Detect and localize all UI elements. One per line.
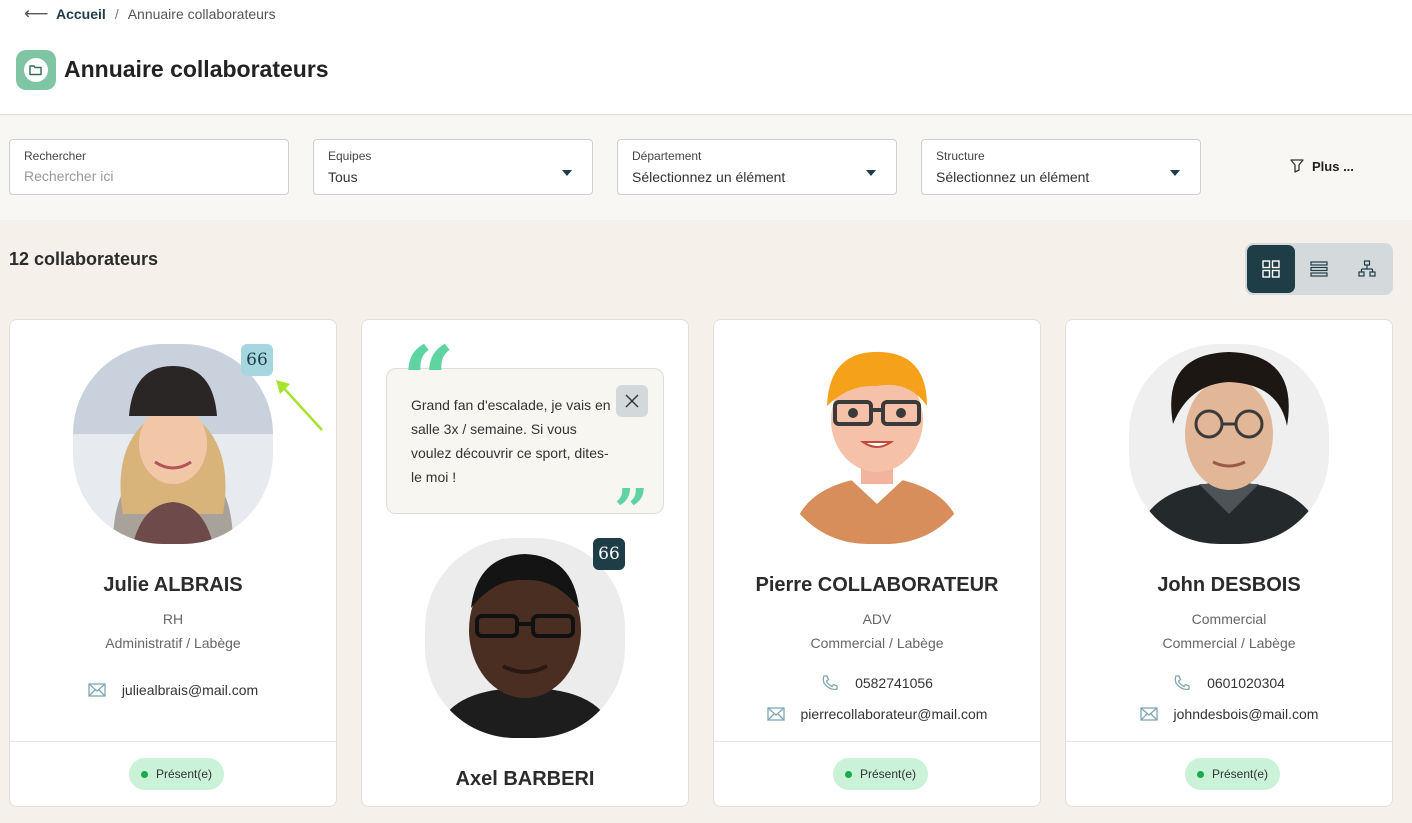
quote-button[interactable]: 66: [241, 344, 273, 376]
grid-view-button[interactable]: [1247, 245, 1295, 293]
email-row[interactable]: johndesbois@mail.com: [1066, 706, 1392, 722]
more-filters-button[interactable]: Plus ...: [1288, 157, 1354, 175]
employee-role: Commercial: [1191, 611, 1267, 627]
page-header: ⟵ Accueil / Annuaire collaborateurs Annu…: [0, 0, 1412, 115]
email-row[interactable]: juliealbrais@mail.com: [10, 682, 336, 698]
employee-name: Julie ALBRAIS: [103, 574, 243, 596]
phone-icon: [822, 675, 838, 691]
employee-email[interactable]: juliealbrais@mail.com: [122, 682, 258, 698]
mail-icon: [766, 707, 785, 721]
department-select[interactable]: Département Sélectionnez un élément: [617, 139, 897, 195]
breadcrumb: ⟵ Accueil / Annuaire collaborateurs: [24, 4, 276, 24]
employee-email[interactable]: johndesbois@mail.com: [1174, 706, 1319, 722]
status-dot-icon: [1197, 770, 1204, 778]
employee-phone[interactable]: 0601020304: [1207, 675, 1285, 691]
avatar: [777, 344, 977, 544]
caret-down-icon: [562, 170, 572, 176]
status-label: Présent(e): [156, 767, 213, 781]
status-badge: Présent(e): [833, 758, 929, 790]
employee-card[interactable]: Pierre COLLABORATEUR ADV Commercial / La…: [713, 319, 1041, 807]
teams-select[interactable]: Equipes Tous: [313, 139, 593, 195]
employee-name: Axel BARBERI: [455, 768, 595, 790]
mail-icon: [1139, 707, 1158, 721]
status-label: Présent(e): [860, 767, 917, 781]
avatar: [1129, 344, 1329, 544]
page-title: Annuaire collaborateurs: [64, 56, 329, 82]
phone-row[interactable]: 0582741056: [714, 674, 1040, 692]
directory-icon: [16, 50, 56, 90]
email-row[interactable]: pierrecollaborateur@mail.com: [714, 706, 1040, 722]
teams-value: Tous: [328, 169, 358, 185]
caret-down-icon: [866, 170, 876, 176]
status-badge: Présent(e): [129, 758, 225, 790]
close-quote-mark-icon: ”: [614, 477, 649, 547]
structure-select[interactable]: Structure Sélectionnez un élément: [921, 139, 1201, 195]
filters-bar: Rechercher Equipes Tous Département Séle…: [0, 116, 1412, 220]
status-badge: Présent(e): [1185, 758, 1281, 790]
back-arrow-icon[interactable]: ⟵: [24, 4, 48, 24]
status-dot-icon: [141, 770, 148, 778]
status-dot-icon: [845, 770, 852, 778]
close-icon: [625, 394, 639, 408]
department-label: Département: [632, 149, 702, 163]
view-toggle: [1245, 243, 1393, 295]
results-count: 12 collaborateurs: [9, 249, 159, 269]
employee-role: RH: [162, 611, 184, 627]
list-view-button[interactable]: [1295, 245, 1343, 293]
employee-email[interactable]: pierrecollaborateur@mail.com: [801, 706, 988, 722]
breadcrumb-current: Annuaire collaborateurs: [127, 6, 276, 22]
employee-name: John DESBOIS: [1157, 574, 1301, 596]
close-quote-button[interactable]: [616, 385, 648, 417]
mail-icon: [88, 683, 106, 697]
search-label: Rechercher: [24, 149, 87, 163]
employee-phone[interactable]: 0582741056: [855, 675, 933, 691]
structure-value: Sélectionnez un élément: [936, 169, 1090, 185]
teams-label: Equipes: [328, 149, 372, 163]
search-input[interactable]: [24, 168, 264, 184]
employee-location: Administratif / Labège: [105, 635, 241, 651]
employee-role: ADV: [862, 611, 892, 627]
department-value: Sélectionnez un élément: [632, 169, 786, 185]
quote-button[interactable]: 66: [593, 538, 625, 570]
employee-location: Commercial / Labège: [1162, 635, 1296, 651]
open-quote-mark-icon: “: [402, 326, 455, 434]
structure-label: Structure: [936, 149, 985, 163]
employee-card[interactable]: John DESBOIS Commercial Commercial / Lab…: [1065, 319, 1393, 807]
list-icon: [1310, 261, 1328, 277]
card-footer: Présent(e): [714, 741, 1040, 806]
org-chart-view-button[interactable]: [1343, 245, 1391, 293]
more-filters-label: Plus ...: [1312, 158, 1354, 174]
card-footer: Présent(e): [10, 741, 336, 806]
org-chart-icon: [1358, 260, 1376, 277]
phone-icon: [1174, 675, 1190, 691]
employee-card[interactable]: 66 Julie ALBRAIS RH Administratif / Labè…: [9, 319, 337, 807]
grid-icon: [1262, 260, 1280, 278]
filter-list-icon: [1290, 159, 1304, 173]
employee-card[interactable]: Grand fan d'escalade, je vais en salle 3…: [361, 319, 689, 807]
card-footer: Présent(e): [1066, 741, 1392, 806]
search-field[interactable]: Rechercher: [9, 139, 289, 195]
arrow-annotation-icon: [276, 380, 323, 431]
caret-down-icon: [1170, 170, 1180, 176]
breadcrumb-separator: /: [114, 6, 119, 22]
status-label: Présent(e): [1212, 767, 1269, 781]
employee-location: Commercial / Labège: [810, 635, 944, 651]
employee-name: Pierre COLLABORATEUR: [755, 574, 999, 596]
phone-row[interactable]: 0601020304: [1066, 674, 1392, 692]
breadcrumb-home-link[interactable]: Accueil: [56, 6, 106, 22]
